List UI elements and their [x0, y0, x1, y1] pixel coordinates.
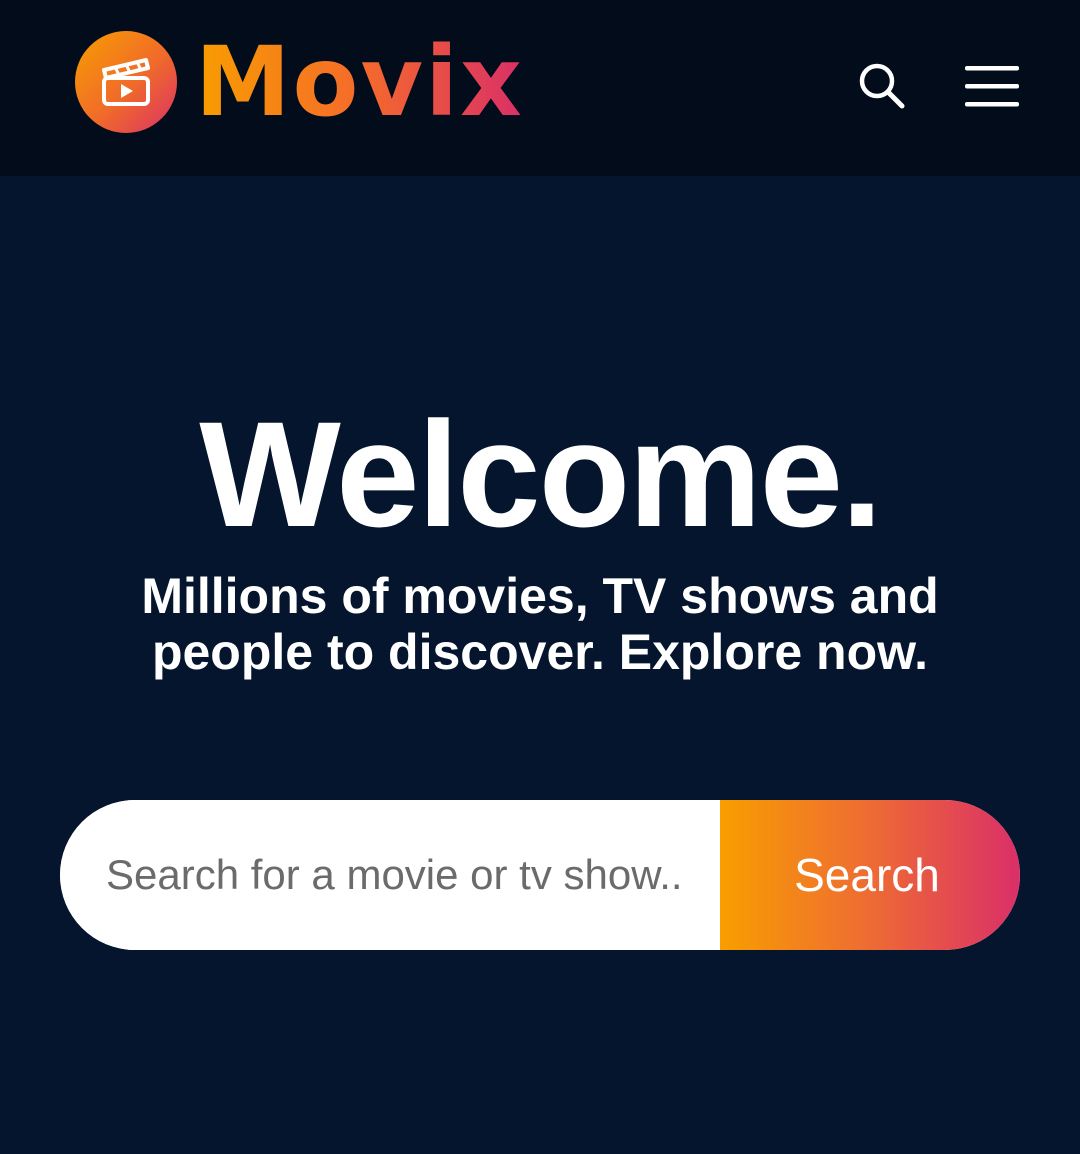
search-bar: Search: [60, 800, 1020, 950]
site-header: Movix: [0, 0, 1080, 176]
film-clapperboard-icon: [75, 31, 177, 133]
hero-section: Welcome. Millions of movies, TV shows an…: [0, 176, 1080, 1154]
hero-title: Welcome.: [199, 390, 883, 558]
hamburger-menu-icon[interactable]: [964, 58, 1020, 114]
brand-name: Movix: [195, 26, 524, 138]
hero-subtitle: Millions of movies, TV shows and people …: [141, 568, 939, 680]
search-icon[interactable]: [854, 58, 910, 114]
search-input[interactable]: [60, 800, 720, 950]
brand-logo[interactable]: Movix: [75, 30, 524, 134]
search-button[interactable]: Search: [720, 800, 1020, 950]
header-actions: [854, 58, 1020, 114]
